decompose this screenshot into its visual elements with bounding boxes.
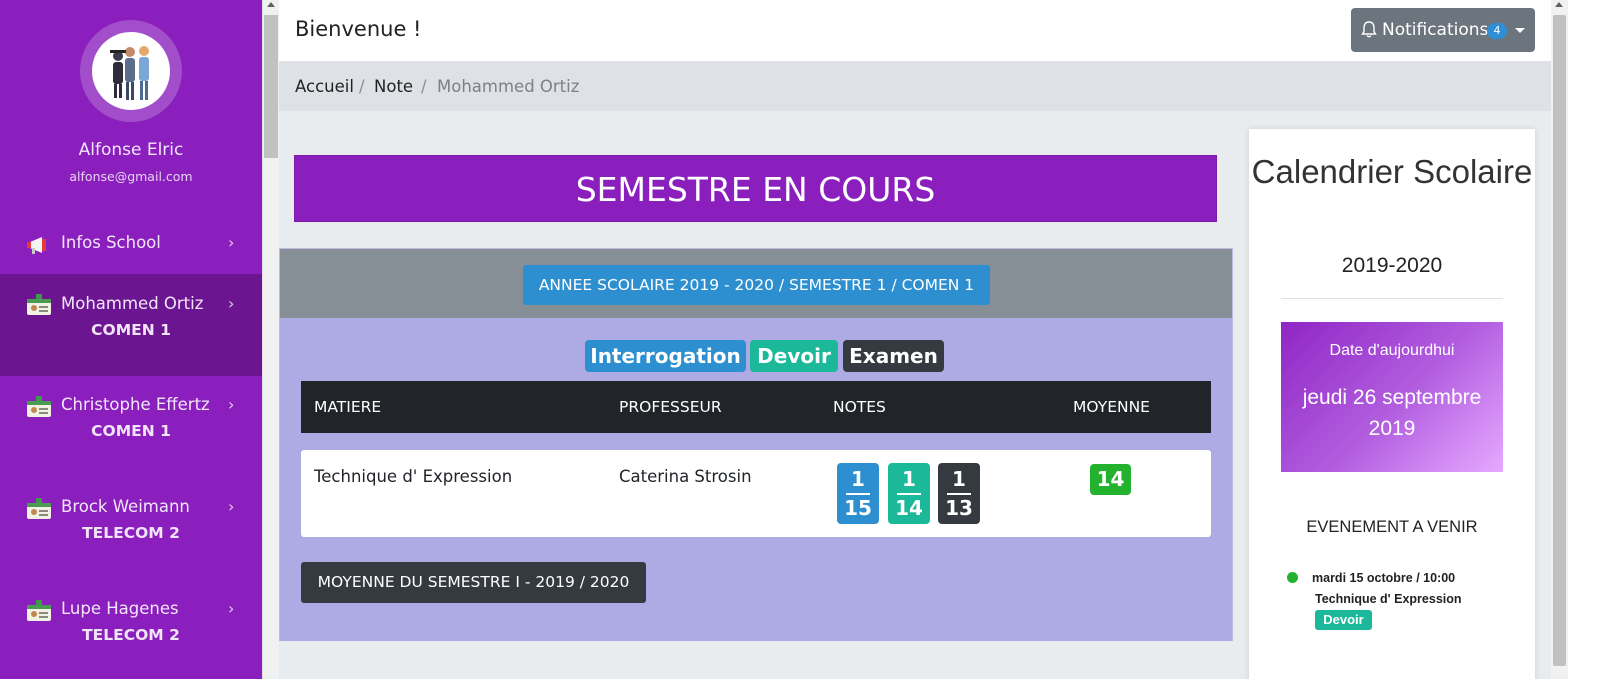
sidebar-item-label: Infos School [61, 233, 161, 252]
sidebar-item-class: TELECOM 2 [82, 524, 180, 542]
fraction-bar [897, 493, 921, 495]
event-subject: Technique d' Expression [1315, 592, 1462, 606]
semester-title: SEMESTRE EN COURS [294, 155, 1217, 222]
page-scrollbar[interactable] [1551, 0, 1568, 679]
grades-table-header: MATIERE PROFESSEUR NOTES MOYENNE [301, 381, 1211, 433]
id-card-icon [26, 600, 52, 622]
breadcrumb-note[interactable]: Note [374, 77, 413, 96]
grades-card-body: Interrogation Devoir Examen MATIERE PROF… [280, 318, 1232, 641]
cell-professeur: Caterina Strosin [619, 467, 752, 486]
grade-examen[interactable]: 1 13 [938, 463, 980, 524]
grade-denominator: 13 [945, 496, 973, 520]
page-background [279, 641, 1233, 679]
column-header-moyenne: MOYENNE [1073, 398, 1150, 416]
breadcrumb-separator: / [421, 77, 427, 96]
sidebar-item-christophe-effertz[interactable]: Christophe Effertz › COMEN 1 [0, 376, 262, 478]
megaphone-icon [26, 234, 52, 256]
grade-numerator: 1 [952, 467, 966, 491]
grade-numerator: 1 [902, 467, 916, 491]
caret-down-icon [1515, 28, 1525, 33]
divider [1281, 298, 1503, 299]
legend-devoir: Devoir [750, 340, 838, 372]
chevron-right-icon: › [228, 395, 235, 414]
grades-card-header: ANNEE SCOLAIRE 2019 - 2020 / SEMESTRE 1 … [280, 249, 1232, 318]
fraction-bar [947, 493, 971, 495]
avatar-ring [80, 20, 182, 122]
breadcrumb-current: Mohammed Ortiz [437, 77, 580, 96]
scroll-up-arrow-icon[interactable] [267, 2, 275, 7]
sidebar-scrollbar[interactable] [262, 0, 279, 679]
calendar-title: Calendrier Scolaire [1251, 153, 1533, 190]
legend-examen: Examen [843, 340, 944, 372]
legend-interrogation: Interrogation [585, 340, 746, 372]
id-card-icon [26, 294, 52, 316]
sidebar-item-class: COMEN 1 [91, 321, 171, 339]
sidebar-item-mohammed-ortiz[interactable]: Mohammed Ortiz › COMEN 1 [0, 274, 262, 376]
sidebar-item-class: TELECOM 2 [82, 626, 180, 644]
grades-card: ANNEE SCOLAIRE 2019 - 2020 / SEMESTRE 1 … [279, 248, 1233, 641]
bell-icon [1361, 21, 1377, 43]
breadcrumb-accueil[interactable]: Accueil [295, 77, 354, 96]
breadcrumb: Accueil / Note / Mohammed Ortiz [279, 61, 1551, 111]
calendar-year: 2019-2020 [1341, 254, 1443, 277]
window-edge [1568, 0, 1600, 679]
sidebar-item-class: COMEN 1 [91, 422, 171, 440]
chevron-right-icon: › [228, 233, 235, 252]
semester-average-button[interactable]: MOYENNE DU SEMESTRE I - 2019 / 2020 [301, 562, 646, 603]
sidebar: Alfonse Elric alfonse@gmail.com Infos Sc… [0, 0, 262, 679]
grade-interrogation[interactable]: 1 15 [837, 463, 879, 524]
column-header-professeur: PROFESSEUR [619, 398, 722, 416]
user-name: Alfonse Elric [78, 140, 184, 160]
breadcrumb-separator: / [359, 77, 365, 96]
event-type-badge: Devoir [1315, 610, 1372, 630]
today-date: jeudi 26 septembre 2019 [1302, 386, 1482, 440]
notifications-label: Notifications [1382, 20, 1489, 40]
graduates-illustration-icon [110, 46, 149, 100]
table-row: Technique d' Expression Caterina Strosin… [301, 450, 1211, 537]
school-year-button[interactable]: ANNEE SCOLAIRE 2019 - 2020 / SEMESTRE 1 … [523, 265, 990, 305]
event-datetime: mardi 15 octobre / 10:00 [1312, 571, 1456, 585]
column-header-notes: NOTES [833, 398, 886, 416]
sidebar-item-label: Brock Weimann [61, 497, 190, 516]
page-scroll-thumb[interactable] [1553, 15, 1566, 666]
event-dot-icon [1287, 572, 1298, 583]
user-email: alfonse@gmail.com [69, 169, 193, 184]
cell-matiere: Technique d' Expression [314, 467, 513, 486]
chevron-right-icon: › [228, 497, 235, 516]
chevron-right-icon: › [228, 599, 235, 618]
grade-denominator: 14 [895, 496, 923, 520]
notifications-button[interactable]: Notifications 4 [1351, 8, 1535, 52]
scroll-up-arrow-icon[interactable] [1555, 2, 1563, 7]
sidebar-item-label: Christophe Effertz [61, 395, 210, 414]
grade-devoir[interactable]: 1 14 [888, 463, 930, 524]
sidebar-scroll-thumb[interactable] [264, 15, 278, 158]
upcoming-events-title: EVENEMENT A VENIR [1306, 518, 1478, 536]
sidebar-item-label: Mohammed Ortiz [61, 294, 204, 313]
chevron-right-icon: › [228, 294, 235, 313]
today-card: Date d'aujourdhui jeudi 26 septembre 201… [1281, 322, 1503, 472]
sidebar-item-brock-weimann[interactable]: Brock Weimann › TELECOM 2 [0, 478, 262, 580]
average-badge: 14 [1090, 464, 1131, 495]
grade-denominator: 15 [844, 496, 872, 520]
id-card-icon [26, 396, 52, 418]
school-calendar-panel: Calendrier Scolaire 2019-2020 Date d'auj… [1249, 129, 1535, 679]
id-card-icon [26, 498, 52, 520]
today-label: Date d'aujourdhui [1329, 342, 1455, 359]
welcome-title: Bienvenue ! [295, 17, 422, 41]
column-header-matiere: MATIERE [314, 398, 382, 416]
sidebar-item-label: Lupe Hagenes [61, 599, 179, 618]
top-header: Bienvenue ! Notifications 4 [279, 0, 1551, 61]
grade-numerator: 1 [851, 467, 865, 491]
sidebar-item-lupe-hagenes[interactable]: Lupe Hagenes › TELECOM 2 [0, 580, 262, 679]
notifications-count-badge: 4 [1487, 23, 1507, 39]
avatar[interactable] [92, 32, 170, 110]
fraction-bar [846, 493, 870, 495]
